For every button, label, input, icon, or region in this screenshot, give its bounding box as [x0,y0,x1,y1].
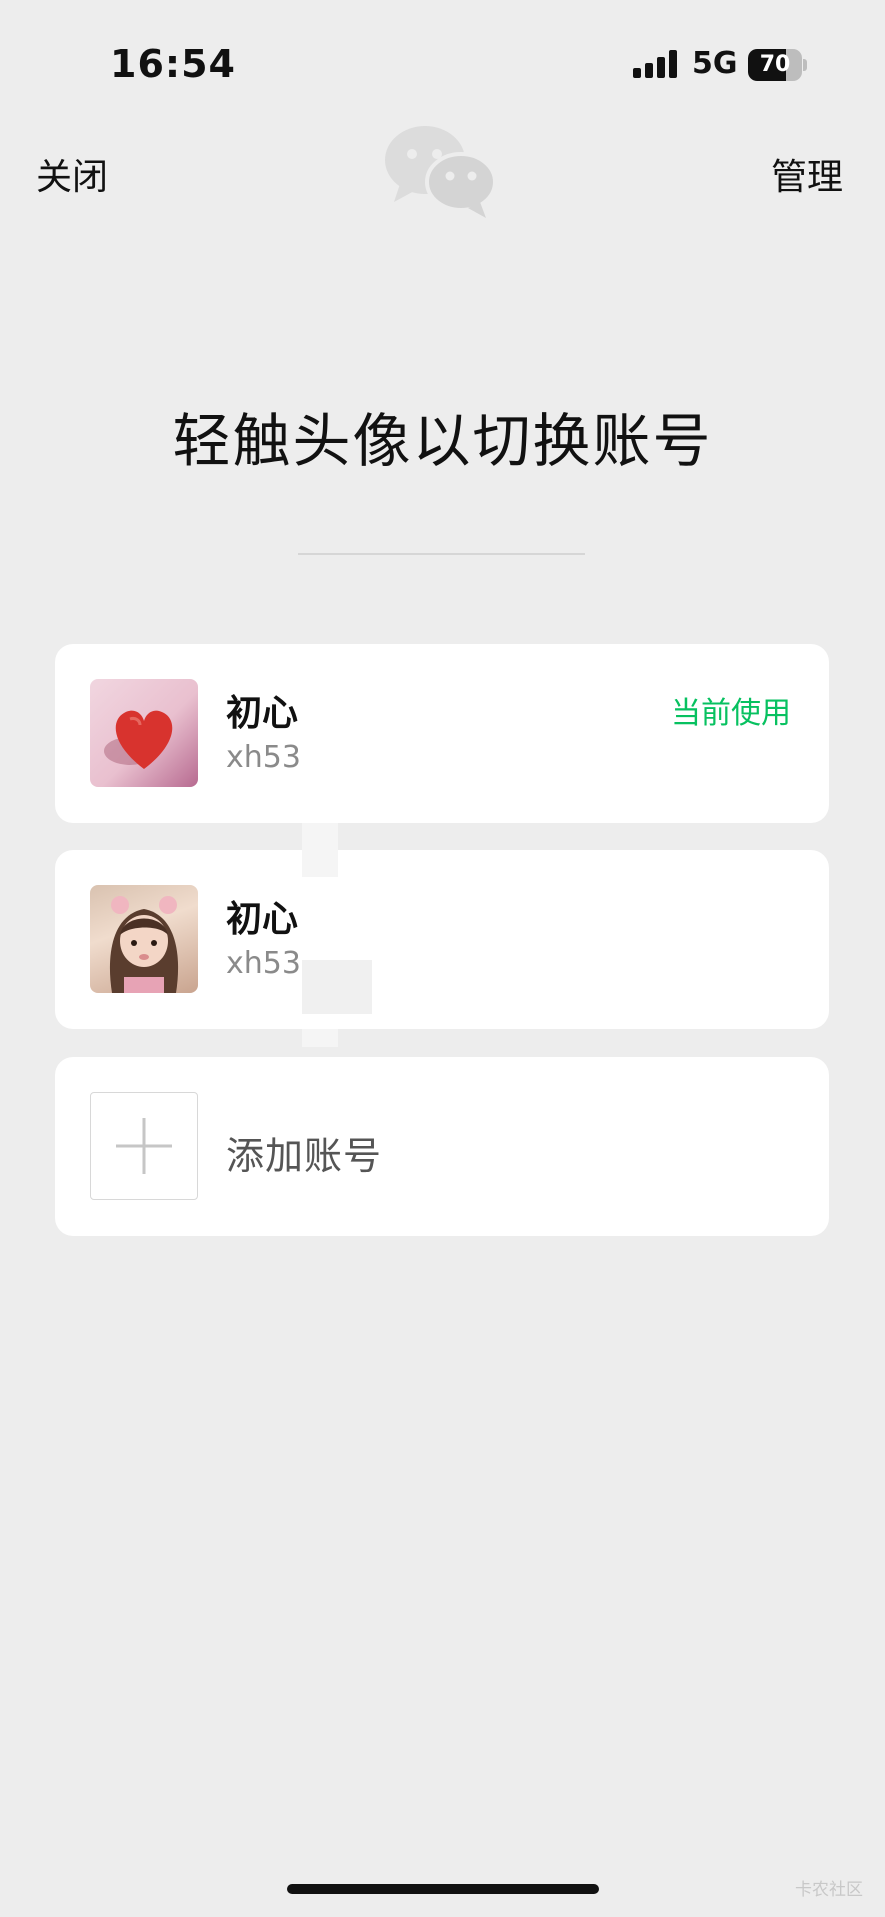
avatar[interactable] [90,679,198,787]
heart-photo-icon [104,710,173,769]
avatar[interactable] [90,885,198,993]
status-bar: 16:54 5G 70 [0,0,885,120]
redaction-patch [302,823,338,877]
add-account-card[interactable]: 添加账号 [55,1057,829,1236]
girl-photo-icon [109,896,179,993]
account-card-current[interactable]: 初心 xh53 当前使用 [55,644,829,823]
manage-button[interactable]: 管理 [771,148,843,200]
account-id: xh53 [226,946,301,981]
close-button[interactable]: 关闭 [36,148,108,200]
current-account-badge: 当前使用 [671,696,791,731]
network-type: 5G [692,46,738,81]
watermark: 卡农社区 [795,1880,863,1900]
home-indicator[interactable] [287,1884,599,1894]
redaction-patch [302,960,372,1014]
account-id: xh53 [226,740,301,775]
account-name: 初心 [226,899,299,940]
add-account-label: 添加账号 [226,1134,383,1178]
battery-level: 70 [759,52,791,77]
status-time: 16:54 [110,42,236,86]
battery-icon: 70 [748,49,807,81]
redaction-patch [302,1029,338,1047]
wechat-logo-icon [385,126,497,218]
plus-icon [116,1118,172,1174]
page-title: 轻触头像以切换账号 [172,407,713,475]
add-account-button[interactable] [90,1092,198,1200]
divider [298,553,585,555]
account-card[interactable]: 初心 xh53 [55,850,829,1029]
account-name: 初心 [226,693,299,734]
cellular-signal-icon [633,50,677,78]
